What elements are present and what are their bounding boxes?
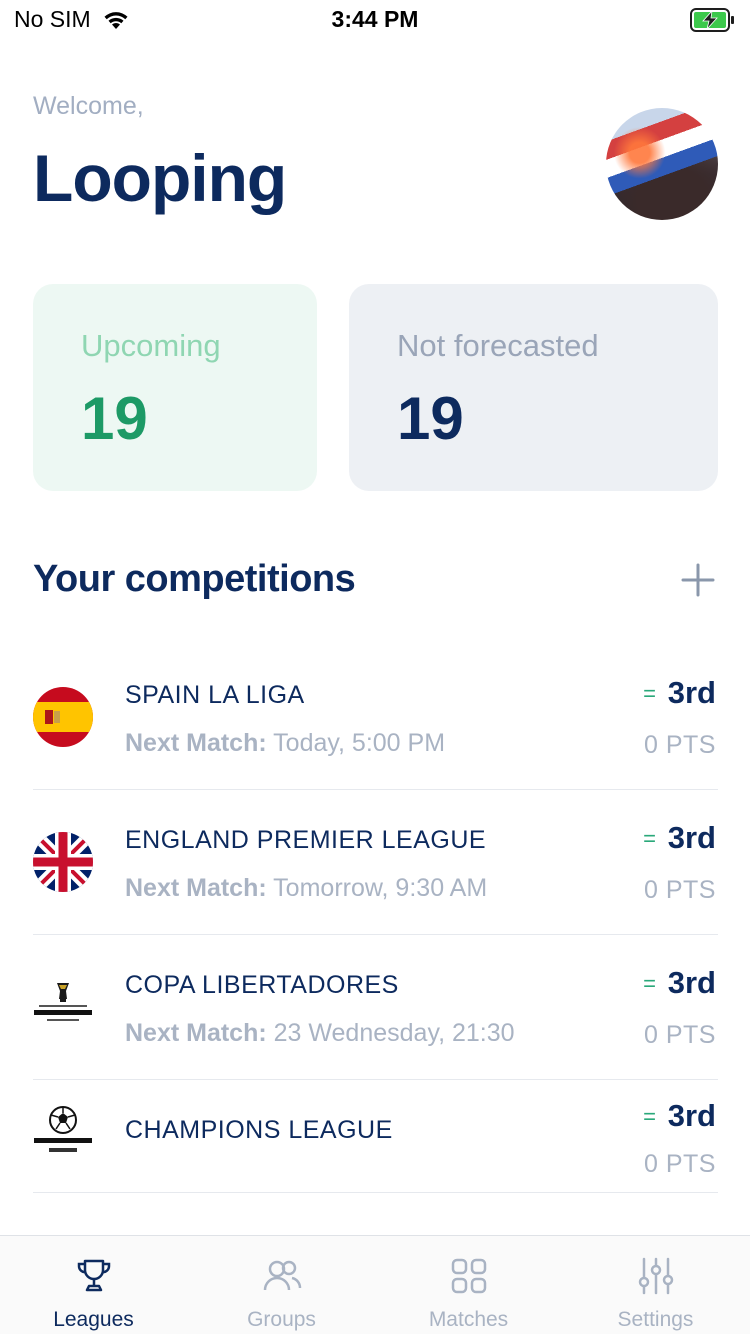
competition-row-copa-libertadores[interactable]: COPA LIBERTADORES Next Match: 23 Wednesd… bbox=[33, 935, 718, 1080]
points-value: 0 PTS bbox=[644, 1150, 716, 1178]
points-value: 0 PTS bbox=[644, 876, 716, 904]
tab-groups[interactable]: Groups bbox=[188, 1236, 375, 1334]
battery-charging-icon bbox=[690, 8, 736, 37]
rank-value: 3rd bbox=[667, 965, 716, 1000]
tab-settings[interactable]: Settings bbox=[562, 1236, 749, 1334]
next-match-label: Next Match: bbox=[125, 729, 267, 757]
points-value: 0 PTS bbox=[644, 1021, 716, 1049]
points-value: 0 PTS bbox=[644, 731, 716, 759]
upcoming-label: Upcoming bbox=[81, 328, 221, 363]
upcoming-count: 19 bbox=[81, 385, 148, 452]
next-match: Next Match: Today, 5:00 PM bbox=[125, 729, 445, 758]
tab-label: Matches bbox=[428, 1308, 509, 1331]
tab-label: Groups bbox=[247, 1308, 316, 1331]
upcoming-card[interactable]: Upcoming 19 bbox=[33, 284, 317, 491]
not-forecasted-count: 19 bbox=[397, 385, 464, 452]
status-time: 3:44 PM bbox=[331, 6, 419, 32]
competition-name: COPA LIBERTADORES bbox=[125, 971, 399, 999]
section-title: Your competitions bbox=[33, 558, 356, 600]
tab-matches[interactable]: Matches bbox=[375, 1236, 562, 1334]
competition-row-spain-la-liga[interactable]: SPAIN LA LIGA Next Match: Today, 5:00 PM… bbox=[33, 645, 718, 790]
competition-row-champions-league[interactable]: CHAMPIONS LEAGUE = 3rd 0 PTS bbox=[33, 1080, 718, 1193]
tab-label: Leagues bbox=[53, 1308, 134, 1331]
rank-value: 3rd bbox=[667, 820, 716, 855]
rank-value: 3rd bbox=[667, 675, 716, 710]
next-match-label: Next Match: bbox=[125, 874, 267, 902]
spain-flag-icon bbox=[33, 687, 93, 747]
competition-name: SPAIN LA LIGA bbox=[125, 681, 305, 709]
welcome-text: Welcome, bbox=[33, 92, 144, 120]
trend-indicator: = bbox=[643, 1104, 656, 1129]
next-match-value: 23 Wednesday, 21:30 bbox=[266, 1019, 515, 1047]
not-forecasted-label: Not forecasted bbox=[397, 328, 599, 363]
champions-league-logo-icon bbox=[33, 1104, 93, 1164]
rank-value: 3rd bbox=[667, 1098, 716, 1133]
trend-indicator: = bbox=[643, 971, 656, 996]
copa-libertadores-logo-icon bbox=[33, 977, 93, 1037]
competition-name: CHAMPIONS LEAGUE bbox=[125, 1116, 393, 1144]
sliders-icon bbox=[638, 1257, 673, 1295]
competitions-list: SPAIN LA LIGA Next Match: Today, 5:00 PM… bbox=[33, 645, 718, 1193]
tab-leagues[interactable]: Leagues bbox=[0, 1236, 187, 1334]
competition-name: ENGLAND PREMIER LEAGUE bbox=[125, 826, 487, 854]
trophy-icon bbox=[77, 1259, 110, 1292]
tab-label: Settings bbox=[617, 1308, 694, 1331]
next-match: Next Match: 23 Wednesday, 21:30 bbox=[125, 1019, 515, 1048]
next-match-label: Next Match: bbox=[125, 1019, 267, 1047]
avatar[interactable] bbox=[606, 108, 718, 220]
next-match: Next Match: Tomorrow, 9:30 AM bbox=[125, 874, 487, 903]
tab-bar: Leagues Groups Matches Settings bbox=[0, 1235, 750, 1334]
england-flag-icon bbox=[33, 832, 93, 892]
status-bar: No SIM 3:44 PM bbox=[0, 0, 750, 40]
next-match-value: Tomorrow, 9:30 AM bbox=[266, 874, 488, 902]
not-forecasted-card[interactable]: Not forecasted 19 bbox=[349, 284, 718, 491]
trend-indicator: = bbox=[643, 826, 656, 851]
users-icon bbox=[263, 1260, 301, 1291]
next-match-value: Today, 5:00 PM bbox=[266, 729, 446, 757]
competition-row-premier-league[interactable]: ENGLAND PREMIER LEAGUE Next Match: Tomor… bbox=[33, 790, 718, 935]
username-title: Looping bbox=[33, 141, 287, 215]
add-competition-button[interactable] bbox=[680, 562, 716, 598]
grid-icon bbox=[451, 1258, 486, 1294]
trend-indicator: = bbox=[643, 681, 656, 706]
